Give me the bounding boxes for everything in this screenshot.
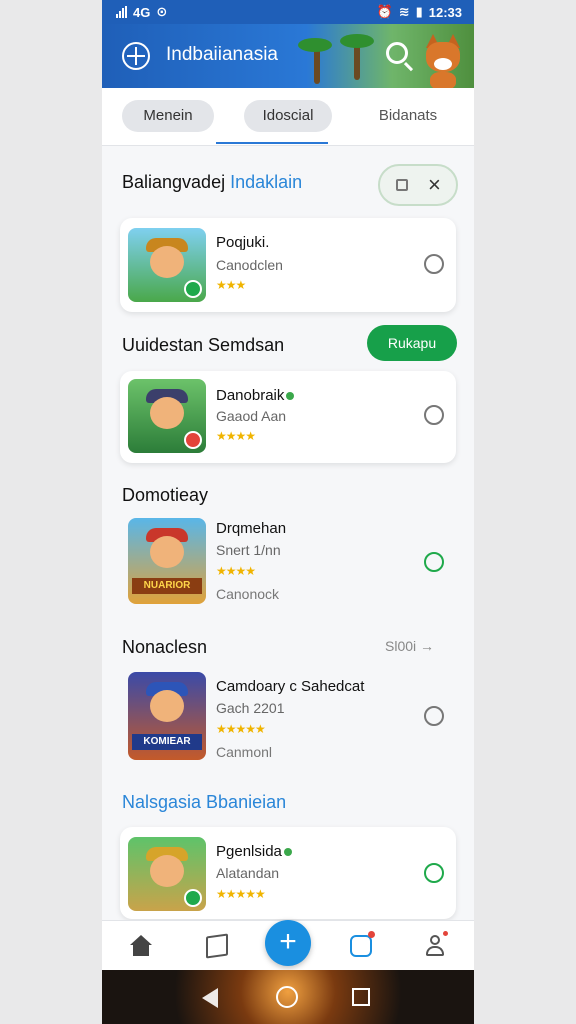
shield-icon[interactable] xyxy=(424,706,444,726)
palm-leaf-decoration xyxy=(340,34,374,48)
app-row[interactable]: KOMIEAR Camdoary c Sahedcat Gach 2201 ★★… xyxy=(120,672,456,764)
app-subtitle: Alatandan xyxy=(216,865,280,881)
palm-leaf-decoration xyxy=(298,38,332,52)
alarm-icon: ⏰ xyxy=(376,4,393,19)
app-name: Camdoary c Sahedcat xyxy=(216,678,365,695)
section-title-text: Baliangvadej xyxy=(122,172,226,192)
section-title: Domotieay xyxy=(122,485,209,505)
check-icon[interactable] xyxy=(424,863,444,883)
filter-close-control[interactable]: × xyxy=(378,164,458,206)
app-subtitle: Snert 1/nn xyxy=(216,542,281,558)
app-card[interactable]: Pgenlsida Alatandan ★★★★★ xyxy=(120,827,456,919)
chat-icon[interactable] xyxy=(424,552,444,572)
recent-apps-icon[interactable] xyxy=(352,988,370,1006)
refresh-badge-icon xyxy=(184,889,202,907)
app-thumbnail xyxy=(128,379,206,453)
app-name: Poqjuki. xyxy=(216,234,270,251)
compass-icon[interactable] xyxy=(122,42,150,70)
notification-icon: ⊙ xyxy=(156,4,168,19)
app-thumbnail: KOMIEAR xyxy=(128,672,206,760)
app-meta: Canmonl xyxy=(216,744,273,760)
app-title: Indbaiianasia xyxy=(166,44,278,65)
home-icon[interactable] xyxy=(130,935,152,957)
thumbnail-banner: KOMIEAR xyxy=(132,734,202,750)
add-button[interactable]: + xyxy=(265,920,311,966)
profile-icon[interactable] xyxy=(424,931,448,957)
app-thumbnail xyxy=(128,837,206,911)
back-icon[interactable] xyxy=(202,988,218,1008)
tab-bidanats[interactable]: Bidanats xyxy=(364,100,452,132)
close-icon[interactable]: × xyxy=(428,172,441,198)
app-meta: Canonock xyxy=(216,586,280,602)
tab-menein[interactable]: Menein xyxy=(122,100,214,132)
search-icon[interactable] xyxy=(386,42,408,64)
map-icon[interactable] xyxy=(206,933,228,959)
app-thumbnail: NUARIOR xyxy=(128,518,206,604)
app-subtitle: Canodclen xyxy=(216,257,283,273)
system-home-icon[interactable] xyxy=(276,986,298,1008)
section-title-accent: Indaklain xyxy=(230,172,303,192)
phone-screen: 4G ⊙ ⏰ ≋ ▮ 12:33 Indbaiianasia Menein Id… xyxy=(102,0,474,1024)
section-title: Uuidestan Semdsan xyxy=(122,335,284,356)
messages-icon[interactable] xyxy=(350,931,375,957)
app-subtitle: Gach 2201 xyxy=(216,700,285,716)
app-name: Drqmehan xyxy=(216,520,287,537)
app-card[interactable]: Danobraik Gaaod Aan ★★★★ xyxy=(120,371,456,463)
battery-icon: ▮ xyxy=(415,4,423,19)
system-nav-bar xyxy=(102,970,474,1024)
section-title: Baliangvadej Indaklain xyxy=(122,172,302,193)
rating-stars: ★★★★★ xyxy=(216,887,266,901)
wifi-icon: ≋ xyxy=(398,4,410,19)
fox-mascot-icon xyxy=(420,32,466,88)
online-dot-icon xyxy=(283,848,292,856)
section-title-text: Nalsgasia Bbanieian xyxy=(122,792,287,812)
app-thumbnail xyxy=(128,228,206,302)
status-bar: 4G ⊙ ⏰ ≋ ▮ 12:33 xyxy=(102,0,474,24)
thumbnail-banner: NUARIOR xyxy=(132,578,202,594)
app-name: Danobraik xyxy=(216,387,295,404)
signal-icon xyxy=(116,6,127,18)
rating-stars: ★★★★★ xyxy=(216,722,266,736)
network-label: 4G xyxy=(133,4,151,20)
see-all-link[interactable]: Sl00i → xyxy=(385,638,434,654)
tab-idoscial[interactable]: Idoscial xyxy=(244,100,332,132)
check-icon[interactable] xyxy=(424,405,444,425)
verified-badge-icon xyxy=(184,280,202,298)
section-title: Nalsgasia Bbanieian xyxy=(122,792,286,813)
section-action-button[interactable]: Rukapu xyxy=(367,325,457,361)
app-name: Pgenlsida xyxy=(216,843,292,860)
section-title-text: Uuidestan Semdsan xyxy=(122,335,285,355)
download-icon[interactable] xyxy=(424,254,444,274)
app-card[interactable]: Poqjuki. Canodclen ★★★ xyxy=(120,218,456,312)
app-header: Indbaiianasia xyxy=(102,24,474,88)
tab-bar: Menein Idoscial Bidanats xyxy=(102,88,474,146)
rating-stars: ★★★★ xyxy=(216,429,256,443)
grid-icon[interactable] xyxy=(396,179,408,191)
online-dot-icon xyxy=(286,392,295,400)
rating-stars: ★★★★ xyxy=(216,564,256,578)
section-title: Nonaclesn xyxy=(122,637,208,657)
app-row[interactable]: NUARIOR Drqmehan Snert 1/nn ★★★★ Canonoc… xyxy=(120,516,456,608)
badge-icon xyxy=(184,431,202,449)
clock: 12:33 xyxy=(428,4,462,20)
app-subtitle: Gaaod Aan xyxy=(216,408,287,424)
active-tab-indicator xyxy=(216,142,328,144)
rating-stars: ★★★ xyxy=(216,278,246,292)
